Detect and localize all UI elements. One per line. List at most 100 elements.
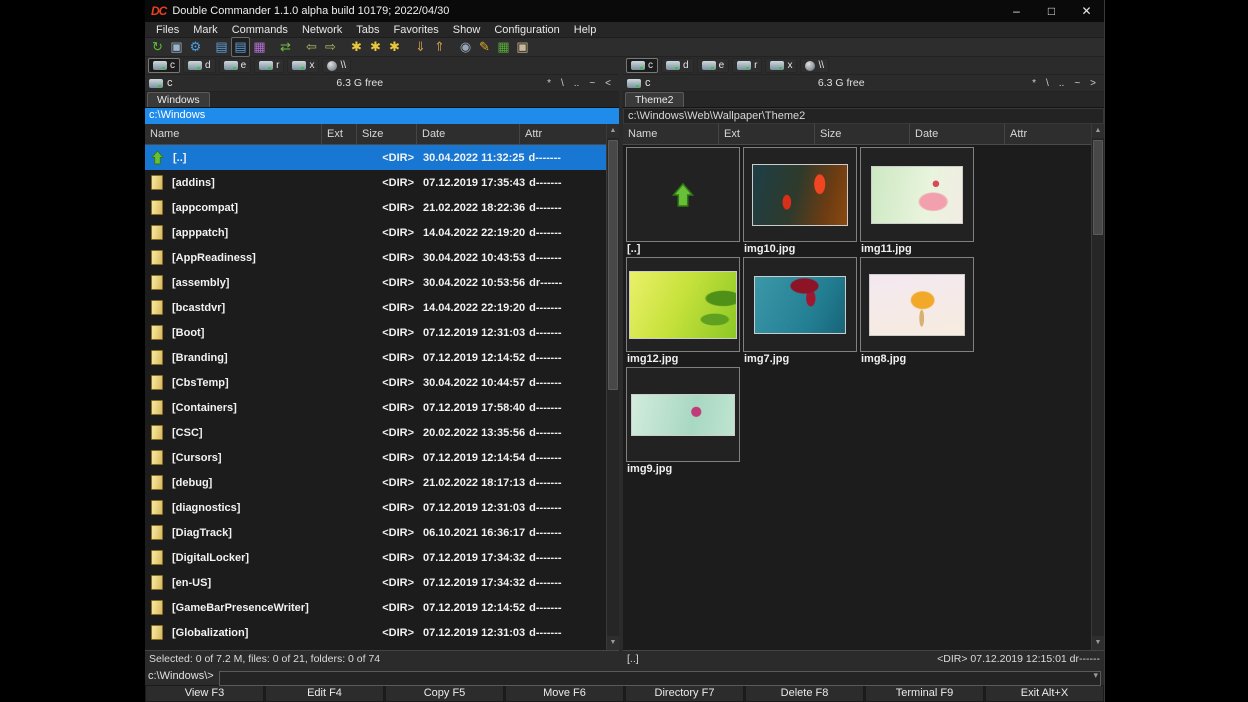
column-attr[interactable]: Attr: [520, 124, 606, 144]
maximize-button[interactable]: □: [1034, 0, 1069, 22]
add-bookmark-icon[interactable]: ✱: [347, 38, 366, 56]
drive-button-x[interactable]: x: [287, 58, 319, 73]
menu-mark[interactable]: Mark: [186, 22, 224, 38]
chevron-down-icon[interactable]: ▾: [1093, 668, 1098, 683]
next-dir-icon[interactable]: ⇨: [321, 38, 340, 56]
terminal-icon[interactable]: ▣: [167, 38, 186, 56]
root-button[interactable]: \: [561, 78, 564, 89]
view-f3-button[interactable]: View F3: [145, 685, 264, 702]
menu-favorites[interactable]: Favorites: [387, 22, 446, 38]
file-row[interactable]: [addins]<DIR>07.12.2019 17:35:43d-------: [145, 170, 606, 195]
terminal-f9-button[interactable]: Terminal F9: [865, 685, 984, 702]
menu-configuration[interactable]: Configuration: [487, 22, 566, 38]
menu-help[interactable]: Help: [567, 22, 604, 38]
edit-bookmark-icon[interactable]: ✱: [385, 38, 404, 56]
root-all-button[interactable]: *: [547, 78, 551, 89]
remove-bookmark-icon[interactable]: ✱: [366, 38, 385, 56]
exit-altx-button[interactable]: Exit Alt+X: [985, 685, 1104, 702]
file-row[interactable]: [CSC]<DIR>20.02.2022 13:35:56d-------: [145, 420, 606, 445]
thumbnail-item[interactable]: img9.jpg: [626, 367, 743, 477]
column-size[interactable]: Size: [815, 124, 910, 144]
file-row[interactable]: [appcompat]<DIR>21.02.2022 18:22:36d----…: [145, 195, 606, 220]
command-input[interactable]: [219, 671, 1101, 686]
file-row[interactable]: [Containers]<DIR>07.12.2019 17:58:40d---…: [145, 395, 606, 420]
thumbnail-item[interactable]: img7.jpg: [743, 257, 860, 367]
home-button[interactable]: ~: [1074, 78, 1080, 89]
menu-show[interactable]: Show: [446, 22, 488, 38]
sync-dirs-icon[interactable]: ▦: [494, 38, 513, 56]
menu-files[interactable]: Files: [149, 22, 186, 38]
close-button[interactable]: ✕: [1069, 0, 1104, 22]
scroll-thumb[interactable]: [1093, 140, 1103, 235]
scroll-down-icon[interactable]: ▼: [1092, 636, 1104, 650]
thumbnail-item[interactable]: img8.jpg: [860, 257, 977, 367]
swap-panels-icon[interactable]: ⇄: [276, 38, 295, 56]
unpack-icon[interactable]: ⇑: [430, 38, 449, 56]
file-row[interactable]: [Branding]<DIR>07.12.2019 12:14:52d-----…: [145, 345, 606, 370]
network-button[interactable]: \\: [322, 58, 351, 73]
file-row[interactable]: [DiagTrack]<DIR>06.10.2021 16:36:17d----…: [145, 520, 606, 545]
file-row[interactable]: [bcastdvr]<DIR>14.04.2022 22:19:20d-----…: [145, 295, 606, 320]
copy-f5-button[interactable]: Copy F5: [385, 685, 504, 702]
tab-windows[interactable]: Windows: [147, 92, 210, 107]
full-view-icon[interactable]: ▤: [231, 37, 250, 57]
left-scrollbar[interactable]: ▲ ▼: [606, 124, 619, 650]
scroll-up-icon[interactable]: ▲: [1092, 124, 1104, 138]
file-row[interactable]: [assembly]<DIR>30.04.2022 10:53:56dr----…: [145, 270, 606, 295]
root-all-button[interactable]: *: [1032, 78, 1036, 89]
right-path-bar[interactable]: c:\Windows\Web\Wallpaper\Theme2: [623, 108, 1104, 124]
root-button[interactable]: \: [1046, 78, 1049, 89]
drive-button-e[interactable]: e: [697, 58, 730, 73]
file-row[interactable]: [DigitalLocker]<DIR>07.12.2019 17:34:32d…: [145, 545, 606, 570]
file-row[interactable]: [Cursors]<DIR>07.12.2019 12:14:54d------…: [145, 445, 606, 470]
thumbnail-item[interactable]: img11.jpg: [860, 147, 977, 257]
minimize-button[interactable]: –: [999, 0, 1034, 22]
history-back-button[interactable]: <: [605, 78, 611, 89]
drive-button-r[interactable]: r: [732, 58, 762, 73]
history-forward-button[interactable]: >: [1090, 78, 1096, 89]
column-attr[interactable]: Attr: [1005, 124, 1091, 144]
edit-f4-button[interactable]: Edit F4: [265, 685, 384, 702]
refresh-icon[interactable]: ↻: [148, 38, 167, 56]
menu-commands[interactable]: Commands: [225, 22, 295, 38]
drive-button-d[interactable]: d: [661, 58, 694, 73]
file-row[interactable]: [apppatch]<DIR>14.04.2022 22:19:20d-----…: [145, 220, 606, 245]
move-f6-button[interactable]: Move F6: [505, 685, 624, 702]
drive-button-d[interactable]: d: [183, 58, 216, 73]
file-row[interactable]: [AppReadiness]<DIR>30.04.2022 10:43:53d-…: [145, 245, 606, 270]
drive-button-c[interactable]: c: [626, 58, 658, 73]
file-row[interactable]: [GameBarPresenceWriter]<DIR>07.12.2019 1…: [145, 595, 606, 620]
pack-icon[interactable]: ⇓: [411, 38, 430, 56]
file-row[interactable]: [CbsTemp]<DIR>30.04.2022 10:44:57d------…: [145, 370, 606, 395]
column-ext[interactable]: Ext: [322, 124, 357, 144]
thumbnail-item[interactable]: img10.jpg: [743, 147, 860, 257]
copy-names-icon[interactable]: ▣: [513, 38, 532, 56]
checksum-icon[interactable]: ✎: [475, 38, 494, 56]
file-row[interactable]: [debug]<DIR>21.02.2022 18:17:13d-------: [145, 470, 606, 495]
menu-network[interactable]: Network: [295, 22, 349, 38]
column-name[interactable]: Name: [623, 124, 719, 144]
column-ext[interactable]: Ext: [719, 124, 815, 144]
column-name[interactable]: Name: [145, 124, 322, 144]
drive-button-x[interactable]: x: [765, 58, 797, 73]
parent-button[interactable]: ..: [574, 78, 580, 89]
column-date[interactable]: Date: [417, 124, 520, 144]
prev-dir-icon[interactable]: ⇦: [302, 38, 321, 56]
thumbnail-item[interactable]: [..]: [626, 147, 743, 257]
scroll-thumb[interactable]: [608, 140, 618, 390]
file-row[interactable]: [en-US]<DIR>07.12.2019 17:34:32d-------: [145, 570, 606, 595]
drive-button-e[interactable]: e: [219, 58, 252, 73]
file-row[interactable]: [diagnostics]<DIR>07.12.2019 12:31:03d--…: [145, 495, 606, 520]
delete-f8-button[interactable]: Delete F8: [745, 685, 864, 702]
home-button[interactable]: ~: [589, 78, 595, 89]
tab-theme2[interactable]: Theme2: [625, 92, 684, 107]
column-date[interactable]: Date: [910, 124, 1005, 144]
options-icon[interactable]: ⚙: [186, 38, 205, 56]
network-button[interactable]: \\: [800, 58, 829, 73]
file-row[interactable]: [..] <DIR>30.04.2022 11:32:25d-------: [145, 145, 606, 170]
drive-button-c[interactable]: c: [148, 58, 180, 73]
drive-button-r[interactable]: r: [254, 58, 284, 73]
left-path-bar[interactable]: c:\Windows: [145, 108, 619, 124]
search-icon[interactable]: ◉: [456, 38, 475, 56]
thumbnails-view-icon[interactable]: ▦: [250, 38, 269, 56]
